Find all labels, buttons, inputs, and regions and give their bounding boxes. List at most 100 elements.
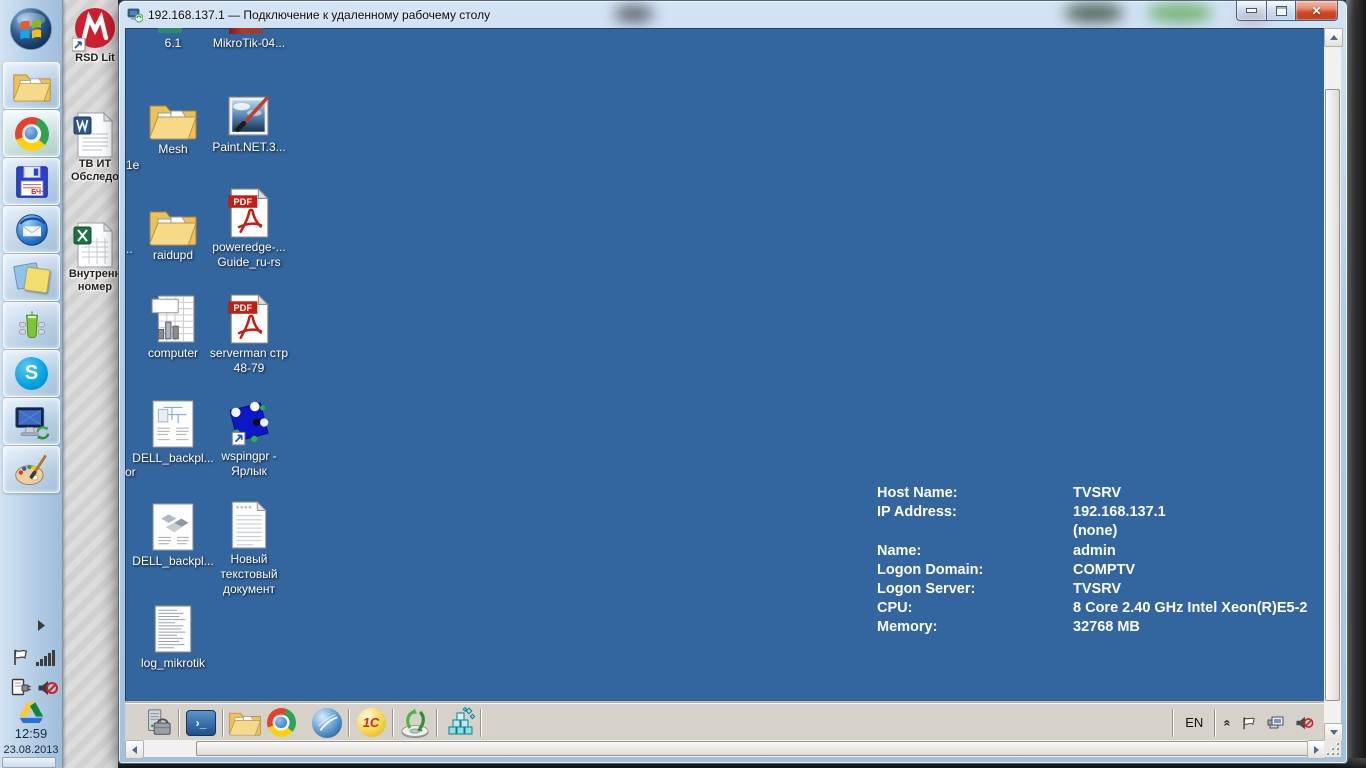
image-thumbnail-icon <box>148 399 198 449</box>
quicklaunch-server-manager[interactable] <box>139 707 175 739</box>
floppy-disk-icon: БЧ· <box>15 165 48 198</box>
show-desktop-button[interactable] <box>2 757 56 768</box>
taskbar-separator <box>392 708 394 737</box>
desktop-icon[interactable]: MikroTik-04... <box>203 34 295 51</box>
desktop-icon[interactable]: Paint.NET.3... <box>203 88 295 155</box>
taskbar-button-thunderbird[interactable] <box>3 206 60 253</box>
taskbar-button-remote-desktop[interactable] <box>3 398 60 445</box>
word-document-icon <box>72 112 118 158</box>
bginfo-value: TVSRV <box>1073 485 1122 501</box>
desktop-icon[interactable]: PDF poweredge-... Guide_ru-rs <box>203 188 295 270</box>
power-plug-icon[interactable] <box>11 678 31 697</box>
resize-grip[interactable] <box>1324 740 1341 757</box>
taskbar-button-qip[interactable] <box>3 302 60 349</box>
taskbar-button-paint[interactable] <box>3 446 60 493</box>
bginfo-value: TVSRV <box>1073 581 1122 598</box>
volume-muted-icon[interactable] <box>37 679 58 697</box>
desktop-icon-tvit[interactable]: ТВ ИТ Обследо <box>58 112 118 184</box>
quicklaunch-cubes[interactable] <box>441 706 477 739</box>
desktop-icon-vnutr[interactable]: Внутренн номер <box>58 222 118 294</box>
desktop-icon[interactable]: log_mikrotik <box>127 604 219 671</box>
bginfo-label: CPU: <box>877 600 913 617</box>
crystal-cubes-icon <box>448 706 475 734</box>
remote-flag-icon[interactable] <box>1241 715 1257 731</box>
quicklaunch-winbox[interactable] <box>309 707 345 739</box>
vertical-scrollbar[interactable] <box>1324 28 1343 742</box>
sticky-notes-icon <box>12 261 51 294</box>
host-wallpaper-right-edge <box>1346 0 1366 768</box>
desktop-icon-label: ТВ ИТ Обследо <box>71 158 118 183</box>
paint-palette-icon <box>14 454 47 485</box>
taskbar-separator <box>178 708 180 737</box>
action-center-flag-icon[interactable] <box>12 648 29 666</box>
quicklaunch-chrome[interactable] <box>263 707 299 739</box>
bginfo-label <box>877 522 1073 541</box>
restore-button[interactable] <box>1266 1 1296 21</box>
taskbar-button-sticky-notes[interactable] <box>3 254 60 301</box>
taskbar-separator <box>1214 708 1217 737</box>
start-button[interactable] <box>8 6 54 52</box>
rdp-titlebar-icon <box>127 7 143 23</box>
close-button[interactable]: ✕ <box>1295 1 1338 21</box>
svg-text:PDF: PDF <box>233 303 252 313</box>
quicklaunch-explorer[interactable] <box>227 707 263 739</box>
network-signal-icon[interactable] <box>36 650 55 666</box>
remote-taskbar: ›_ 1С EN « <box>125 703 1324 740</box>
horizontal-scrollbar[interactable] <box>125 740 1326 759</box>
clipped-icon-label-fragment: .. <box>126 242 133 256</box>
qip-icon <box>18 310 45 338</box>
bginfo-value: admin <box>1073 542 1116 559</box>
folder-icon <box>148 90 198 140</box>
1c-enterprise-icon: 1С <box>356 708 386 737</box>
bginfo-value: COMPTV <box>1073 561 1136 578</box>
remote-volume-muted-icon[interactable] <box>1295 715 1314 731</box>
taskbar-button-explorer[interactable] <box>3 62 60 109</box>
winbox-icon <box>312 707 342 738</box>
text-document-icon <box>224 500 274 550</box>
host-clock[interactable]: 12:59 23.08.2013 <box>0 726 62 758</box>
taskbar-button-chrome[interactable] <box>3 110 60 157</box>
remote-tray: EN « <box>1169 704 1324 740</box>
taskbar-button-floppy-app[interactable]: БЧ· <box>3 158 60 205</box>
desktop-icon-rsd-lite[interactable]: RSD Lit <box>58 6 118 65</box>
windows-start-orb-icon <box>9 7 53 51</box>
bginfo-label: Logon Server: <box>877 581 976 598</box>
minimize-button[interactable] <box>1236 1 1267 21</box>
quicklaunch-1c[interactable]: 1С <box>353 707 389 739</box>
desktop-icon-label: Внутренн номер <box>68 268 118 293</box>
desktop-icon[interactable]: wspingpr - Ярлык <box>203 397 295 479</box>
bginfo-label: Memory: <box>877 619 938 636</box>
quicklaunch-installer[interactable] <box>397 707 433 739</box>
rdp-window: 192.168.137.1 — Подключение к удаленному… <box>118 0 1348 764</box>
tray-expand-arrow-icon[interactable] <box>37 620 46 631</box>
bginfo-value: 32768 MB <box>1073 619 1140 636</box>
taskbar-button-skype[interactable]: S <box>3 350 60 397</box>
language-indicator[interactable]: EN <box>1177 715 1211 730</box>
google-drive-icon[interactable] <box>18 701 44 724</box>
quicklaunch-powershell[interactable]: ›_ <box>183 707 219 739</box>
image-thumbnail-icon <box>148 502 198 552</box>
host-screen: RSD Lit ТВ ИТ Обследо Внутренн номер БЧ·… <box>0 0 1366 768</box>
horizontal-scrollbar-thumb[interactable] <box>196 741 1309 756</box>
server-manager-icon <box>148 708 171 735</box>
svg-text:БЧ·: БЧ· <box>31 187 43 196</box>
bginfo-label: Logon Domain: <box>877 561 984 578</box>
window-controls: ✕ <box>1236 1 1338 21</box>
spreadsheet-icon <box>148 294 198 344</box>
pdf-file-icon: PDF <box>224 294 274 344</box>
window-titlebar[interactable]: 192.168.137.1 — Подключение к удаленному… <box>119 1 1347 28</box>
show-hidden-icons-chevron[interactable]: « <box>1221 719 1235 726</box>
scroll-up-button[interactable] <box>1324 28 1343 47</box>
powershell-icon: ›_ <box>186 709 216 736</box>
remote-network-plug-icon[interactable] <box>1267 715 1285 731</box>
chrome-icon <box>14 116 49 151</box>
bginfo-label: Host Name: <box>877 485 958 501</box>
scroll-left-button[interactable] <box>125 740 144 759</box>
desktop-icon[interactable]: Новый текстовый документ <box>203 500 295 597</box>
vertical-scrollbar-thumb[interactable] <box>1325 89 1340 701</box>
bginfo-label: Name: <box>877 542 922 559</box>
taskbar-separator <box>222 708 224 737</box>
desktop-icon[interactable]: PDF serverman стр 48-79 <box>203 294 295 376</box>
log-file-icon <box>148 604 198 654</box>
remote-desktop-icon <box>14 406 49 439</box>
